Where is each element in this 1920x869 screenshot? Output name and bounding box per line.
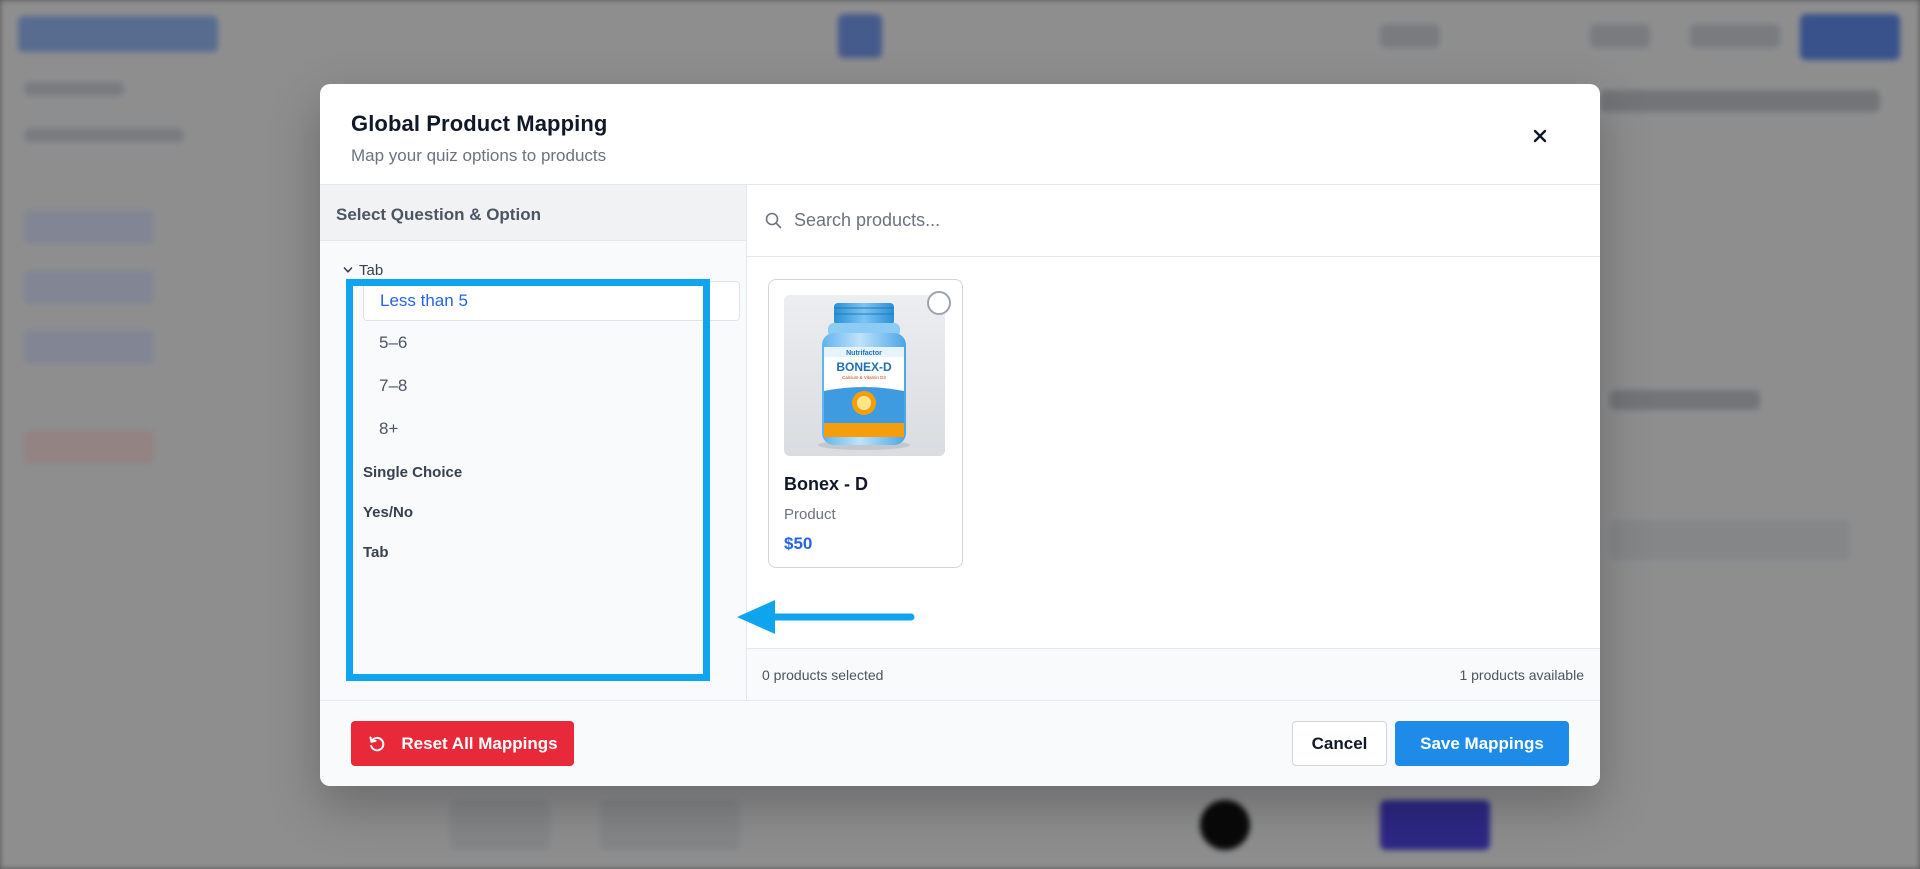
save-mappings-button[interactable]: Save Mappings [1395, 721, 1569, 766]
reset-label: Reset All Mappings [401, 733, 558, 753]
product-type: Product [784, 506, 836, 523]
modal-header: Global Product Mapping Map your quiz opt… [320, 84, 1600, 185]
product-card[interactable]: Nutrifactor BONEX-D Calcium & Vitamin D3… [768, 279, 963, 568]
product-select-radio[interactable] [927, 291, 951, 315]
option-item[interactable]: 8+ [363, 407, 740, 450]
chevron-down-icon [343, 267, 353, 273]
question-item[interactable]: Single Choice [320, 452, 746, 492]
cancel-button[interactable]: Cancel [1292, 721, 1387, 766]
product-bottle-image: Nutrifactor BONEX-D Calcium & Vitamin D3 [784, 295, 945, 456]
modal-title: Global Product Mapping [351, 111, 608, 136]
product-image: Nutrifactor BONEX-D Calcium & Vitamin D3 [784, 295, 945, 456]
product-search [747, 185, 1600, 257]
product-panel: Nutrifactor BONEX-D Calcium & Vitamin D3… [747, 185, 1600, 700]
product-status-bar: 0 products selected 1 products available [747, 648, 1600, 700]
modal-subtitle: Map your quiz options to products [351, 146, 607, 165]
bottle-tagline: Calcium & Vitamin D3 [842, 375, 886, 380]
option-item-selected[interactable]: Less than 5 [363, 281, 740, 321]
reset-all-mappings-button[interactable]: Reset All Mappings [351, 721, 574, 766]
close-icon [1533, 129, 1547, 143]
search-icon [765, 212, 782, 229]
question-tree: Tab Less than 5 5–6 7–8 8+ Single Choice… [320, 241, 746, 572]
close-button[interactable] [1528, 124, 1552, 148]
option-item[interactable]: 5–6 [363, 321, 740, 364]
question-group-toggle[interactable]: Tab [320, 261, 746, 279]
reset-icon [369, 736, 385, 751]
bottle-brand: Nutrifactor [846, 350, 882, 357]
modal-body: Select Question & Option Tab Less than 5… [320, 185, 1600, 700]
search-input[interactable] [794, 210, 1494, 231]
bottle-name: BONEX-D [836, 360, 892, 374]
question-option-panel: Select Question & Option Tab Less than 5… [320, 185, 747, 700]
modal-footer: Reset All Mappings Cancel Save Mappings [320, 700, 1600, 786]
product-name: Bonex - D [784, 474, 869, 494]
product-mapping-modal: Global Product Mapping Map your quiz opt… [320, 84, 1600, 786]
product-price: $50 [784, 534, 813, 553]
selected-count: 0 products selected [762, 666, 884, 683]
option-item[interactable]: 7–8 [363, 364, 740, 407]
question-item[interactable]: Tab [320, 532, 746, 572]
option-list: Less than 5 5–6 7–8 8+ [320, 281, 740, 450]
question-item[interactable]: Yes/No [320, 492, 746, 532]
available-count: 1 products available [1459, 666, 1584, 683]
panel-heading: Select Question & Option [320, 185, 746, 241]
question-group-label: Tab [359, 261, 384, 279]
